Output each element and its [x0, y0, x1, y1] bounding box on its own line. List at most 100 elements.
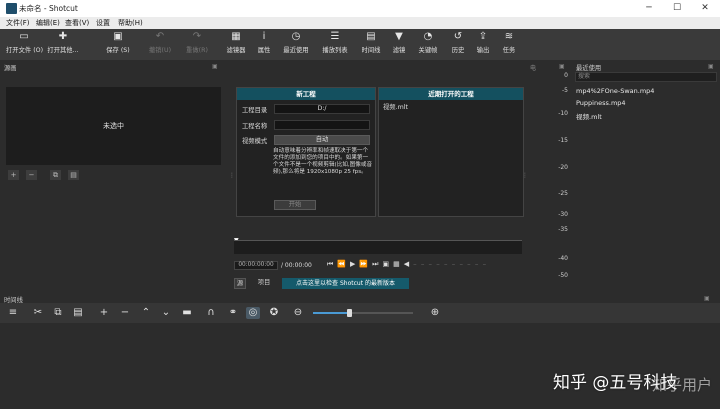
title-bar: 未命名 - Shotcut ─ ☐ ✕ [0, 0, 720, 17]
meter-label: -30 [558, 211, 568, 218]
minimize-button[interactable]: ─ [636, 0, 662, 17]
menu-file[interactable]: 文件(F) [6, 18, 30, 28]
main-toolbar: ▭ 打开文件 (O) ✚ 打开其他... ▣ 保存 (S) ↶ 撤销(U) ↷ 重做(R)… [0, 29, 720, 60]
meter-label: -40 [558, 255, 568, 262]
undo-button[interactable]: ↶ 撤销(U) [145, 31, 175, 59]
filter-icon: ▦ [231, 31, 241, 42]
overwrite-icon[interactable]: ⌄ [159, 307, 173, 319]
recent-item[interactable]: Puppiness.mp4 [576, 99, 626, 107]
tab-source[interactable]: 源 [234, 278, 246, 289]
volume-icon[interactable]: ◀ [404, 260, 413, 268]
play-icon[interactable]: ▶ [350, 260, 359, 268]
zoom-out-icon[interactable]: ⊖ [291, 307, 305, 319]
menu-help[interactable]: 帮助(H) [118, 18, 143, 28]
meter-label: -5 [562, 87, 568, 94]
remove-icon[interactable]: − [26, 170, 37, 180]
recent-project-item[interactable]: 视频.mlt [383, 102, 408, 111]
recent-item[interactable]: mp4%2FOne-Swan.mp4 [576, 87, 654, 95]
zoom-icon[interactable]: ▣ [382, 260, 393, 268]
transport-controls: ⏮⏪▶⏩⏭▣▦◀– – – – – – – – – – [327, 260, 527, 270]
zoom-slider-fill [313, 312, 349, 314]
dock-float-icon[interactable]: ▣ [559, 63, 565, 70]
filters-button[interactable]: ▼ 滤镜 [389, 31, 409, 59]
volume-slider[interactable]: – – – – – – – – – – [413, 260, 487, 268]
update-check-banner[interactable]: 点击这里以检查 Shotcut 的最新版本 [282, 278, 409, 289]
remove-icon[interactable]: − [118, 307, 132, 319]
recent-search-input[interactable]: 搜索 [575, 72, 717, 82]
project-name-label: 工程名称 [242, 123, 268, 130]
meter-label: -35 [558, 226, 568, 233]
clock-icon: ◷ [291, 31, 301, 42]
paste-icon[interactable]: ▤ [68, 170, 79, 180]
open-other-button[interactable]: ✚ 打开其他... [44, 31, 82, 59]
window-title: 未命名 - Shotcut [19, 4, 78, 13]
recent-title: 最近使用 [576, 65, 602, 72]
history-icon: ↺ [453, 31, 463, 42]
menu-edit[interactable]: 编辑(E) [36, 18, 60, 28]
project-dir-field[interactable]: D:/ [274, 104, 370, 114]
split-icon[interactable]: ▬ [180, 307, 194, 319]
skip-end-icon[interactable]: ⏭ [372, 260, 382, 268]
rewind-icon[interactable]: ⏪ [337, 260, 350, 268]
maximize-button[interactable]: ☐ [664, 0, 690, 17]
project-name-input[interactable] [274, 120, 370, 130]
cut-icon[interactable]: ✂ [31, 307, 45, 319]
recent-item[interactable]: 视频.mlt [576, 111, 602, 121]
watermark-text-secondary: 知乎用户 [652, 376, 713, 394]
ripple-all-icon[interactable]: ✪ [267, 307, 281, 319]
add-icon[interactable]: + [8, 170, 19, 180]
ripple-icon[interactable]: ◎ [246, 307, 260, 319]
source-player[interactable]: 未选中 [6, 87, 221, 165]
audio-meter-panel: 电 ▣ 0 -5 -10 -15 -20 -25 -30 -35 -40 -50 [528, 60, 572, 292]
redo-icon: ↷ [192, 31, 202, 42]
left-splitter-icon[interactable]: ⋮ [229, 172, 235, 179]
keyframes-button[interactable]: ◔ 关键帧 [415, 31, 441, 59]
append-icon[interactable]: + [97, 307, 111, 319]
save-button[interactable]: ▣ 保存 (S) [100, 31, 136, 59]
lift-icon[interactable]: ⌃ [139, 307, 153, 319]
timeline-button[interactable]: ▤ 时间线 [358, 31, 384, 59]
playlist-button[interactable]: ☰ 播放列表 [320, 31, 350, 59]
video-mode-select[interactable]: 自动 [274, 135, 370, 145]
timeline-toolbar: ≡ ✂ ⧉ ▤ + − ⌃ ⌄ ▬ ∩ ⚭ ◎ ✪ ⊖ ⊕ [0, 303, 720, 323]
keyframe-icon: ◔ [423, 31, 433, 42]
video-mode-description: 自动意味着分辨率和帧速取决于第一个文件的添加到您的项目中的。如果第一个文件不是一… [273, 148, 373, 175]
copy-icon[interactable]: ⧉ [50, 170, 61, 180]
zoom-slider-handle[interactable] [347, 309, 352, 317]
tab-project[interactable]: 项目 [252, 278, 276, 289]
close-button[interactable]: ✕ [692, 0, 718, 17]
menu-settings[interactable]: 设置 [96, 18, 110, 28]
undo-icon: ↶ [155, 31, 165, 42]
jobs-button[interactable]: ≋ 任务 [499, 31, 519, 59]
dock-float-icon[interactable]: ▣ [212, 63, 218, 70]
timeline-icon: ▤ [366, 31, 376, 42]
fast-forward-icon[interactable]: ⏩ [359, 260, 372, 268]
meter-label: -15 [558, 137, 568, 144]
grid-icon[interactable]: ▦ [393, 260, 404, 268]
project-dir-label: 工程目录 [242, 107, 268, 114]
open-file-button[interactable]: ▭ 打开文件 (O) [6, 31, 43, 59]
meter-label: -20 [558, 164, 568, 171]
history-button[interactable]: ↺ 历史 [448, 31, 468, 59]
snap-icon[interactable]: ∩ [204, 307, 218, 319]
properties-button[interactable]: i 属性 [252, 31, 276, 59]
start-button[interactable]: 开始 [274, 200, 316, 210]
scrub-icon[interactable]: ⚭ [226, 307, 240, 319]
video-mode-label: 视频模式 [242, 138, 268, 145]
new-project-box: 新工程 工程目录 D:/ 工程名称 视频模式 自动 自动意味着分辨率和帧速取决于… [236, 87, 376, 217]
redo-button[interactable]: ↷ 重做(R) [182, 31, 212, 59]
dock-float-icon[interactable]: ▣ [704, 295, 710, 302]
menu-icon[interactable]: ≡ [6, 307, 20, 319]
zoom-slider[interactable] [313, 309, 413, 317]
zoom-in-icon[interactable]: ⊕ [428, 307, 442, 319]
scrubber-bar[interactable] [234, 240, 522, 254]
export-button[interactable]: ⇪ 输出 [473, 31, 493, 59]
dock-float-icon[interactable]: ▣ [708, 63, 714, 70]
paste-icon[interactable]: ▤ [71, 307, 85, 319]
recent-button[interactable]: ◷ 最近使用 [281, 31, 311, 59]
timecode-field[interactable]: 00:00:00:00 [234, 261, 278, 270]
skip-start-icon[interactable]: ⏮ [327, 260, 337, 268]
copy-icon[interactable]: ⧉ [51, 307, 65, 319]
filter-panel-button[interactable]: ▦ 滤镜器 [222, 31, 250, 59]
menu-view[interactable]: 查看(V) [65, 18, 89, 28]
